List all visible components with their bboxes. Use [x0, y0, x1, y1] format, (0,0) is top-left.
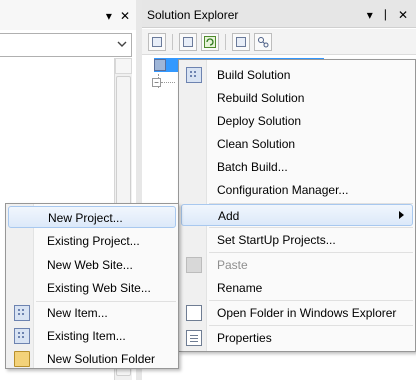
menu-separator	[209, 325, 413, 326]
menu-item-new-item[interactable]: New Item...	[8, 302, 176, 324]
menu-item-set-startup-projects[interactable]: Set StartUp Projects...	[181, 229, 413, 251]
menu-item-new-project[interactable]: New Project...	[8, 206, 176, 228]
menu-item-open-folder[interactable]: Open Folder in Windows Explorer	[181, 302, 413, 324]
folder-icon	[186, 305, 202, 321]
panel-title: Solution Explorer	[147, 8, 239, 22]
toolbar-separator	[172, 33, 173, 50]
show-all-files-icon[interactable]	[179, 32, 197, 51]
menu-item-clean-solution[interactable]: Clean Solution	[181, 133, 413, 155]
menu-item-label: Batch Build...	[217, 160, 288, 174]
menu-item-label: Configuration Manager...	[217, 183, 349, 197]
object-combo[interactable]	[0, 33, 132, 57]
solution-explorer-titlebar: Solution Explorer ▾ ᛁ ✕	[142, 0, 416, 28]
menu-item-rebuild-solution[interactable]: Rebuild Solution	[181, 87, 413, 109]
menu-item-label: Rebuild Solution	[217, 91, 305, 105]
menu-item-label: New Project...	[48, 211, 123, 225]
toolbar-separator	[225, 33, 226, 50]
scroll-up-button[interactable]	[115, 58, 132, 74]
menu-separator	[209, 252, 413, 253]
menu-item-existing-project[interactable]: Existing Project...	[8, 230, 176, 252]
build-icon	[186, 67, 202, 83]
view-code-icon[interactable]	[232, 32, 250, 51]
menu-item-existing-item[interactable]: Existing Item...	[8, 325, 176, 347]
menu-item-label: New Web Site...	[47, 258, 133, 272]
menu-item-label: Properties	[217, 331, 272, 345]
pin-icon[interactable]: ᛁ	[382, 8, 389, 22]
submenu-arrow-icon	[399, 211, 404, 219]
menu-item-label: Deploy Solution	[217, 114, 302, 128]
chevron-down-icon	[117, 41, 127, 47]
new-item-icon	[14, 305, 30, 321]
menu-item-label: New Solution Folder	[47, 352, 156, 366]
menu-separator	[209, 227, 413, 228]
refresh-icon[interactable]	[201, 32, 219, 51]
dropdown-icon[interactable]: ▾	[106, 9, 112, 23]
menu-item-label: Clean Solution	[217, 137, 296, 151]
menu-item-batch-build[interactable]: Batch Build...	[181, 156, 413, 178]
solution-icon	[154, 59, 166, 71]
menu-item-new-web-site[interactable]: New Web Site...	[8, 254, 176, 276]
menu-item-label: Open Folder in Windows Explorer	[217, 306, 397, 320]
menu-item-label: Build Solution	[217, 68, 291, 82]
menu-item-build-solution[interactable]: Build Solution	[181, 64, 413, 86]
menu-item-label: Paste	[217, 258, 248, 272]
menu-item-label: Rename	[217, 281, 263, 295]
menu-item-label: Set StartUp Projects...	[217, 233, 336, 247]
tree-line	[161, 82, 175, 83]
close-icon[interactable]: ✕	[120, 9, 130, 23]
add-submenu: New Project... Existing Project... New W…	[5, 203, 179, 369]
menu-item-add[interactable]: Add	[181, 204, 413, 226]
existing-item-icon	[14, 328, 30, 344]
left-titlebar: ▾ ✕	[0, 0, 136, 30]
menu-item-rename[interactable]: Rename	[181, 277, 413, 299]
expand-collapse-icon[interactable]: −	[152, 78, 161, 87]
solution-explorer-toolbar	[142, 29, 416, 55]
menu-item-existing-web-site[interactable]: Existing Web Site...	[8, 277, 176, 299]
menu-item-new-solution-folder[interactable]: New Solution Folder	[8, 348, 176, 370]
solution-context-menu: Build Solution Rebuild Solution Deploy S…	[178, 59, 416, 352]
menu-item-label: Existing Web Site...	[47, 281, 151, 295]
properties-icon[interactable]	[148, 32, 166, 51]
menu-item-label: Existing Project...	[47, 234, 140, 248]
menu-item-paste[interactable]: Paste	[181, 254, 413, 276]
menu-item-deploy-solution[interactable]: Deploy Solution	[181, 110, 413, 132]
menu-item-label: Add	[218, 209, 240, 223]
close-icon[interactable]: ✕	[398, 8, 408, 22]
menu-item-properties[interactable]: Properties	[181, 327, 413, 349]
new-folder-icon	[14, 351, 30, 367]
menu-item-label: New Item...	[47, 306, 108, 320]
class-view-icon[interactable]	[254, 32, 272, 51]
menu-item-configuration-manager[interactable]: Configuration Manager...	[181, 179, 413, 201]
properties-icon	[186, 330, 202, 346]
dropdown-icon[interactable]: ▾	[367, 8, 373, 22]
menu-separator	[209, 300, 413, 301]
menu-item-label: Existing Item...	[47, 329, 126, 343]
paste-icon	[186, 257, 202, 273]
